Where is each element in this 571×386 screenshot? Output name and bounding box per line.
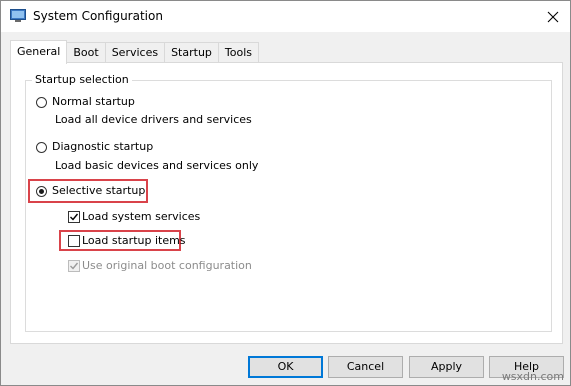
title-bar[interactable]: System Configuration xyxy=(1,1,570,32)
window-title: System Configuration xyxy=(33,9,163,23)
startup-selection-label: Startup selection xyxy=(32,73,132,86)
tab-services[interactable]: Services xyxy=(104,42,166,63)
system-configuration-window: System Configuration General Boot Servic… xyxy=(0,0,571,386)
ok-button[interactable]: OK xyxy=(248,356,323,378)
tab-boot[interactable]: Boot xyxy=(66,42,106,63)
normal-startup-radio[interactable] xyxy=(36,97,47,108)
selective-startup-label[interactable]: Selective startup xyxy=(52,184,145,197)
diagnostic-startup-label[interactable]: Diagnostic startup xyxy=(52,140,153,153)
cancel-button[interactable]: Cancel xyxy=(328,356,403,378)
startup-selection-group: Startup selection Normal startup Load al… xyxy=(25,73,552,332)
checkmark-icon xyxy=(70,262,79,270)
tab-tools[interactable]: Tools xyxy=(217,42,260,63)
tab-general[interactable]: General xyxy=(10,40,68,64)
load-system-services-label[interactable]: Load system services xyxy=(82,210,200,223)
watermark: wsxdn.com xyxy=(501,370,564,383)
tab-startup[interactable]: Startup xyxy=(164,42,219,63)
radio-selected-dot xyxy=(39,189,44,194)
apply-button[interactable]: Apply xyxy=(409,356,484,378)
diagnostic-startup-description: Load basic devices and services only xyxy=(55,159,259,172)
close-icon xyxy=(547,11,559,22)
checkmark-icon xyxy=(70,213,79,221)
general-tab-panel: Startup selection Normal startup Load al… xyxy=(10,62,563,344)
normal-startup-label[interactable]: Normal startup xyxy=(52,95,135,108)
diagnostic-startup-radio[interactable] xyxy=(36,142,47,153)
use-original-boot-checkbox xyxy=(68,260,80,272)
use-original-boot-label: Use original boot configuration xyxy=(82,259,252,272)
load-system-services-checkbox[interactable] xyxy=(68,211,80,223)
load-startup-items-checkbox[interactable] xyxy=(68,235,80,247)
close-button[interactable] xyxy=(536,1,570,32)
normal-startup-description: Load all device drivers and services xyxy=(55,113,252,126)
selective-startup-radio[interactable] xyxy=(36,186,47,197)
load-startup-items-label[interactable]: Load startup items xyxy=(82,234,186,247)
tab-strip: General Boot Services Startup Tools xyxy=(10,40,260,64)
system-configuration-app-icon xyxy=(10,9,26,23)
